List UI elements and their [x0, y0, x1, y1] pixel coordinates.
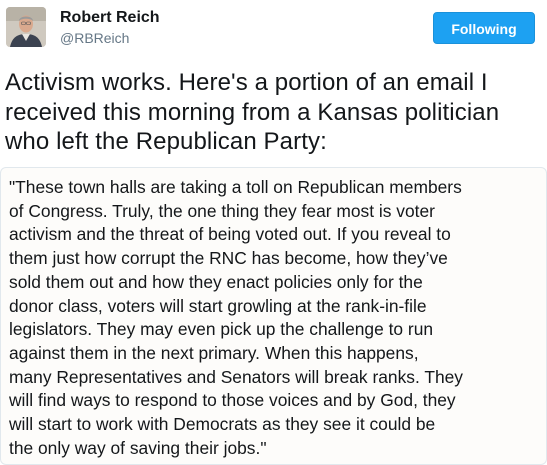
author-avatar[interactable]: [6, 7, 46, 47]
tweet-text-line: received this morning from a Kansas poli…: [5, 98, 500, 126]
author-handle[interactable]: @RBReich: [60, 29, 129, 47]
profile-photo-icon: [6, 7, 46, 47]
quoted-email-box: "These town halls are taking a toll on R…: [0, 167, 547, 465]
quote-line: will find ways to respond to those voice…: [9, 390, 456, 411]
tweet-text-line: Activism works. Here's a portion of an e…: [5, 69, 488, 96]
quote-line: against them in the next primary. When t…: [9, 342, 419, 363]
quote-line: sold them out and how they enact policie…: [9, 271, 423, 292]
quote-line: them just how corrupt the RNC has become…: [9, 248, 448, 269]
quote-line: "These town halls are taking a toll on R…: [9, 177, 462, 197]
quote-line: of Congress. Truly, the one thing they f…: [9, 200, 435, 221]
quoted-email-text: "These town halls are taking a toll on R…: [9, 176, 539, 460]
tweet-card: Robert Reich @RBReich Following Activism…: [0, 0, 547, 465]
quote-line: donor class, voters will start growling …: [9, 295, 427, 316]
quote-line: many Representatives and Senators will b…: [9, 366, 463, 387]
quote-line: activism and the threat of being voted o…: [9, 224, 451, 245]
following-button[interactable]: Following: [433, 12, 535, 44]
quote-line: legislators. They may even pick up the c…: [9, 319, 434, 340]
tweet-text-line: who left the Republican Party:: [5, 128, 327, 155]
quote-line: will start to work with Democrats as the…: [9, 414, 436, 435]
tweet-text: Activism works. Here's a portion of an e…: [5, 68, 545, 157]
quote-line: the only way of saving their jobs.": [9, 437, 267, 458]
author-name[interactable]: Robert Reich: [60, 8, 160, 28]
